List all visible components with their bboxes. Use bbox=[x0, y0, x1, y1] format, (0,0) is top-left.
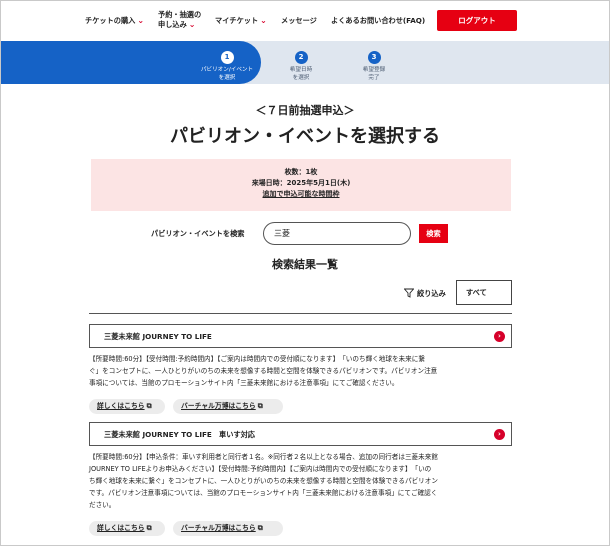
result-item-2-name: 三菱未来館 JOURNEY TO LIFE 車いす対応 bbox=[104, 430, 255, 439]
result-item-1-description: 【所要時間:60分】【受付時間:予約時間内】【ご案内は時間内での受付順になります… bbox=[89, 353, 512, 389]
result-item-1-details-link[interactable]: 詳しくはこちら ⧉ bbox=[89, 399, 165, 414]
chevron-right-icon: › bbox=[494, 429, 505, 440]
results-divider bbox=[89, 313, 512, 314]
details-link-label: 詳しくはこちら bbox=[97, 524, 145, 532]
filter-select[interactable]: すべて bbox=[456, 280, 512, 305]
chevron-right-icon: › bbox=[494, 331, 505, 342]
result-item-1-name: 三菱未来館 JOURNEY TO LIFE bbox=[104, 332, 212, 341]
nav-my-ticket-label: マイチケット bbox=[215, 16, 259, 25]
step-indicator: 1 パビリオン/イベント を選択 2 希望日時 を選択 3 希望登録 完了 bbox=[1, 41, 609, 84]
page-title: パビリオン・イベントを選択する bbox=[170, 126, 440, 147]
desc-line: ち輝く地球を未来に繋ぐ」をコンセプトに、一人ひとりがいのちの未来を想像する時間と… bbox=[89, 477, 438, 485]
virtual-link-label: バーチャル万博はこちら bbox=[181, 524, 256, 532]
nav-ticket-purchase[interactable]: チケットの購入 ⌄ bbox=[85, 16, 144, 26]
external-link-icon: ⧉ bbox=[146, 402, 152, 410]
result-item-2-description: 【所要時間:60分】【申込条件：車いす利用者と同行者１名。※同行者２名以上となる… bbox=[89, 451, 512, 511]
nav-my-ticket[interactable]: マイチケット ⌄ bbox=[215, 16, 267, 26]
result-item-2-virtual-link[interactable]: バーチャル万博はこちら ⧉ bbox=[173, 521, 283, 536]
available-timeslots-link[interactable]: 追加で申込可能な時間枠 bbox=[91, 189, 511, 200]
result-item-2-header[interactable]: 三菱未来館 JOURNEY TO LIFE 車いす対応 › bbox=[89, 422, 512, 446]
result-item-1-header[interactable]: 三菱未来館 JOURNEY TO LIFE › bbox=[89, 324, 512, 348]
filter-toggle[interactable]: 絞り込み bbox=[403, 288, 446, 300]
filter-funnel-icon bbox=[403, 288, 415, 300]
step-1-label-1: パビリオン/イベント bbox=[200, 67, 254, 73]
desc-line: ぐ」をコンセプトに、一人ひとりがいのちの未来を想像する時間と空間を体験できるパビ… bbox=[89, 367, 438, 375]
step-1: 1 パビリオン/イベント を選択 bbox=[197, 44, 257, 82]
nav-reservation-label-2: 申し込み bbox=[158, 20, 187, 29]
step-2-label-1: 希望日時 bbox=[289, 67, 313, 73]
step-3: 3 希望登録 完了 bbox=[344, 44, 404, 82]
desc-line: JOURNEY TO LIFEよりお申込みください】【受付時間:予約時間内】【ご… bbox=[89, 465, 432, 473]
nav-faq[interactable]: よくあるお問い合わせ(FAQ) bbox=[331, 16, 425, 26]
details-link-label: 詳しくはこちら bbox=[97, 402, 145, 410]
visit-date: 来場日時：2025年5月1日(木) bbox=[251, 179, 351, 187]
desc-line: 【所要時間:60分】【申込条件：車いす利用者と同行者１名。※同行者２名以上となる… bbox=[89, 453, 438, 461]
chevron-down-icon: ⌄ bbox=[137, 16, 145, 25]
search-label: パビリオン・イベントを検索 bbox=[151, 229, 245, 238]
step-1-number: 1 bbox=[220, 51, 234, 64]
page-frame: チケットの購入 ⌄ 予約・抽選の 申し込み ⌄ マイチケット ⌄ メッセージ よくある… bbox=[0, 0, 610, 546]
external-link-icon: ⧉ bbox=[146, 524, 152, 532]
info-box: 枚数：1枚 来場日時：2025年5月1日(木) 追加で申込可能な時間枠 bbox=[91, 159, 511, 211]
desc-line: 【所要時間:60分】【受付時間:予約時間内】【ご案内は時間内での受付順になります… bbox=[89, 355, 425, 363]
step-3-label-1: 希望登録 bbox=[362, 67, 386, 73]
ticket-count: 枚数：1枚 bbox=[284, 168, 318, 176]
step-1-label-2: を選択 bbox=[218, 75, 236, 81]
nav-ticket-purchase-label: チケットの購入 bbox=[85, 16, 136, 25]
header: チケットの購入 ⌄ 予約・抽選の 申し込み ⌄ マイチケット ⌄ メッセージ よくある… bbox=[1, 1, 609, 41]
step-2-number: 2 bbox=[294, 51, 308, 64]
step-3-label-2: 完了 bbox=[368, 75, 380, 81]
external-link-icon: ⧉ bbox=[257, 402, 263, 410]
desc-line: 事項については、当館のプロモーションサイト内「三菱未来館における注意事項」にてご… bbox=[89, 379, 399, 387]
nav-faq-label: よくあるお問い合わせ(FAQ) bbox=[331, 16, 426, 25]
step-2-label-2: を選択 bbox=[292, 75, 310, 81]
search-input[interactable]: 三菱 bbox=[263, 222, 411, 245]
page-subtitle: ＜７日前抽選申込＞ bbox=[255, 104, 355, 117]
nav-reservation-label-1: 予約・抽選の bbox=[158, 10, 202, 19]
search-button[interactable]: 検索 bbox=[419, 224, 448, 243]
logout-button[interactable]: ログアウト bbox=[437, 10, 517, 31]
results-title: 検索結果一覧 bbox=[272, 258, 338, 271]
chevron-down-icon: ⌄ bbox=[260, 16, 267, 25]
filter-label: 絞り込み bbox=[417, 289, 446, 298]
nav-messages[interactable]: メッセージ bbox=[281, 16, 317, 26]
external-link-icon: ⧉ bbox=[257, 524, 263, 532]
result-item-1-virtual-link[interactable]: バーチャル万博はこちら ⧉ bbox=[173, 399, 283, 414]
virtual-link-label: バーチャル万博はこちら bbox=[181, 402, 256, 410]
step-2: 2 希望日時 を選択 bbox=[271, 44, 331, 82]
step-3-number: 3 bbox=[367, 51, 381, 64]
nav-reservation[interactable]: 予約・抽選の 申し込み ⌄ bbox=[158, 10, 201, 30]
result-item-2-details-link[interactable]: 詳しくはこちら ⧉ bbox=[89, 521, 165, 536]
desc-line: ださい。 bbox=[89, 501, 116, 509]
chevron-down-icon: ⌄ bbox=[188, 20, 196, 29]
nav-messages-label: メッセージ bbox=[281, 16, 317, 25]
desc-line: です。パビリオン注意事項については、当館のプロモーションサイト内「三菱未来館にお… bbox=[89, 489, 438, 497]
